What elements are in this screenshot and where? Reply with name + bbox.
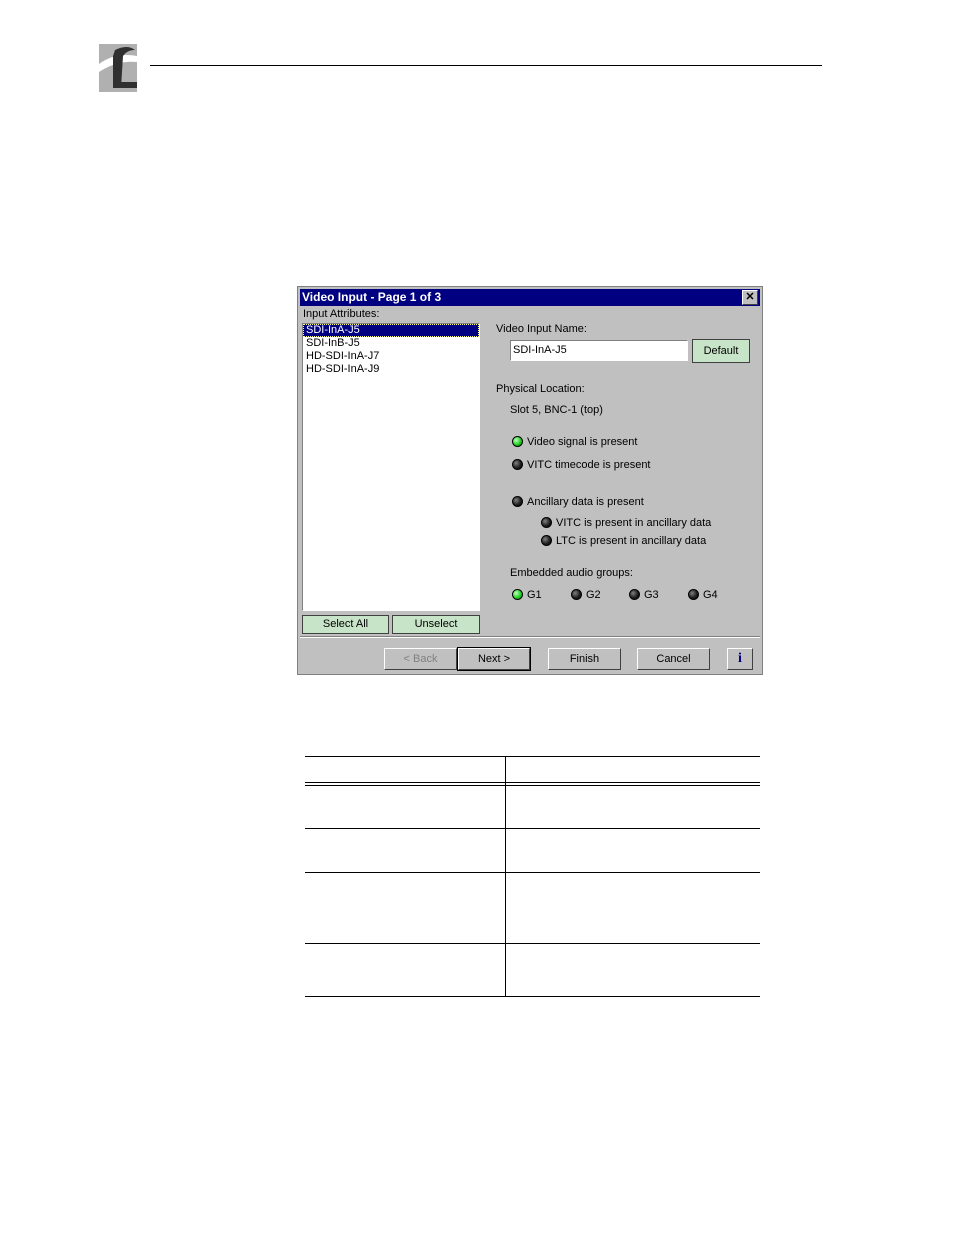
back-button[interactable]: < Back [384,648,457,670]
vitc-ancillary-led-icon [541,517,552,528]
dialog-title: Video Input - Page 1 of 3 [302,290,442,304]
ltc-ancillary-led-icon [541,535,552,546]
embedded-audio-label: Embedded audio groups: [510,567,633,579]
ancillary-status: Ancillary data is present [527,496,644,508]
video-signal-status: Video signal is present [527,436,638,448]
table-rule [305,996,760,997]
header-rule [150,65,822,66]
table-rule [305,756,760,757]
audio-group-label: G4 [703,589,718,601]
company-logo [95,42,139,94]
dialog-titlebar: Video Input - Page 1 of 3 ✕ [300,289,760,306]
list-item[interactable]: HD-SDI-InA-J9 [303,363,479,376]
ancillary-led-icon [512,496,523,507]
physical-location-value: Slot 5, BNC-1 (top) [510,404,603,416]
list-item[interactable]: SDI-InA-J5 [303,324,479,337]
list-item[interactable]: HD-SDI-InA-J7 [303,350,479,363]
vitc-ancillary-status: VITC is present in ancillary data [556,517,712,529]
default-button[interactable]: Default [692,339,750,363]
unselect-button[interactable]: Unselect [392,615,480,634]
video-input-name-label: Video Input Name: [496,323,587,335]
physical-location-label: Physical Location: [496,383,585,395]
audio-g4-led-icon [688,589,699,600]
close-button[interactable]: ✕ [742,290,758,305]
table-rule [305,872,760,873]
video-input-name-field[interactable]: SDI-InA-J5 [510,340,688,361]
info-button[interactable]: i [727,648,753,670]
video-signal-led-icon [512,436,523,447]
vitc-timecode-led-icon [512,459,523,470]
input-attributes-list[interactable]: SDI-InA-J5 SDI-InB-J5 HD-SDI-InA-J7 HD-S… [302,323,480,611]
audio-g1-led-icon [512,589,523,600]
video-input-dialog: Video Input - Page 1 of 3 ✕ Input Attrib… [297,286,763,675]
table-rule [305,782,760,783]
audio-group-label: G1 [527,589,542,601]
audio-g2-led-icon [571,589,582,600]
audio-group-label: G2 [586,589,601,601]
table-column-divider [505,756,506,997]
audio-group-label: G3 [644,589,659,601]
info-icon: i [738,651,742,666]
table-rule [305,943,760,944]
close-icon: ✕ [745,291,755,303]
list-item[interactable]: SDI-InB-J5 [303,337,479,350]
audio-g3-led-icon [629,589,640,600]
table-rule [305,828,760,829]
input-attributes-label: Input Attributes: [303,308,380,320]
vitc-timecode-status: VITC timecode is present [527,459,651,471]
finish-button[interactable]: Finish [548,648,621,670]
select-all-button[interactable]: Select All [302,615,389,634]
next-button[interactable]: Next > [457,647,531,671]
cancel-button[interactable]: Cancel [637,648,710,670]
ltc-ancillary-status: LTC is present in ancillary data [556,535,707,547]
button-separator [300,636,760,638]
table-rule [305,785,760,786]
